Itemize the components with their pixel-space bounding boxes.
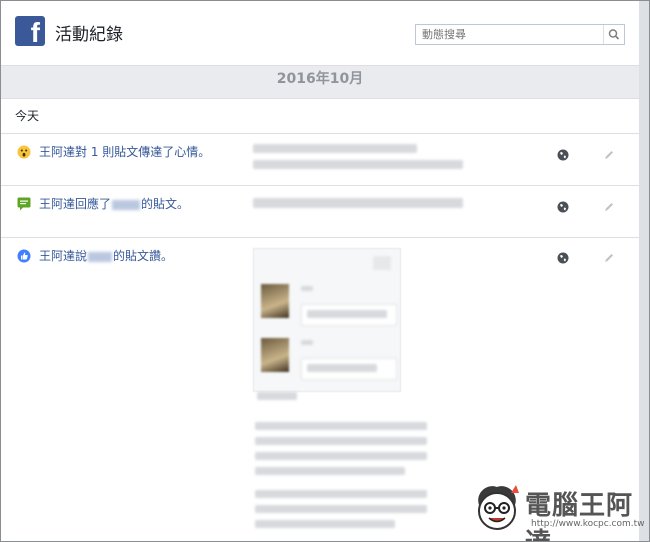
activity-text[interactable]: 王阿達回應了 的貼文。: [39, 195, 189, 212]
blurred-name: [112, 199, 141, 210]
activity-row: 王阿達回應了 的貼文。: [1, 186, 639, 238]
blurred-avatar: [261, 338, 289, 372]
globe-icon[interactable]: [557, 252, 569, 264]
activity-list: 今天 王阿達對 1 則貼文傳達了心情。 王阿達回應了 的貼文。 王阿達說 的貼文…: [1, 99, 639, 541]
edit-pencil-icon[interactable]: [603, 149, 615, 161]
wow-reaction-icon: [17, 145, 31, 159]
like-icon: [17, 249, 31, 263]
activity-text[interactable]: 王阿達對 1 則貼文傳達了心情。: [39, 143, 210, 160]
edit-pencil-icon[interactable]: [603, 252, 615, 264]
page-header: f 活動紀錄: [1, 1, 639, 66]
blurred-post-preview: [255, 422, 427, 430]
scrollbar[interactable]: [638, 1, 649, 541]
search-input[interactable]: [416, 25, 616, 44]
blurred-post-preview: [255, 452, 427, 460]
mascot-logo-icon: [478, 485, 519, 530]
comment-icon: [17, 197, 31, 211]
blurred-post-preview: [307, 310, 387, 318]
site-watermark: 電腦王阿達 http://www.kocpc.com.tw: [469, 479, 645, 541]
blurred-post-preview: [255, 490, 427, 498]
watermark-title: 電腦王阿達: [525, 491, 634, 541]
month-heading: 2016年10月: [1, 66, 639, 99]
globe-icon[interactable]: [557, 201, 569, 213]
blurred-avatar: [261, 284, 289, 318]
blurred-post-preview: [257, 392, 297, 400]
blurred-post-preview: [255, 505, 427, 513]
activity-row: 王阿達對 1 則貼文傳達了心情。: [1, 134, 639, 186]
search-button[interactable]: [603, 25, 624, 44]
facebook-logo-icon[interactable]: f: [15, 16, 45, 48]
blurred-post-preview: [301, 340, 313, 345]
blurred-post-preview: [301, 286, 313, 291]
blurred-post-preview: [253, 160, 463, 169]
blurred-post-preview: [307, 364, 377, 372]
watermark-url: http://www.kocpc.com.tw: [531, 519, 645, 529]
blurred-post-preview: [253, 144, 417, 153]
edit-pencil-icon[interactable]: [603, 201, 615, 213]
blurred-post-preview: [253, 198, 463, 208]
blurred-post-preview: [255, 437, 427, 445]
blurred-post-preview: [255, 520, 395, 528]
activity-text[interactable]: 王阿達說 的貼文讚。: [39, 247, 173, 264]
globe-icon[interactable]: [557, 149, 569, 161]
activity-search: [415, 24, 625, 45]
day-heading: 今天: [1, 99, 639, 134]
blurred-post-preview: [255, 467, 405, 475]
activity-log-window: f 活動紀錄 2016年10月 今天 王阿達對 1 則貼文傳達了心情。: [0, 0, 650, 542]
page-title: 活動紀錄: [55, 25, 123, 45]
blurred-post-preview: [373, 256, 391, 270]
blurred-name: [88, 251, 113, 262]
search-icon: [608, 29, 620, 40]
